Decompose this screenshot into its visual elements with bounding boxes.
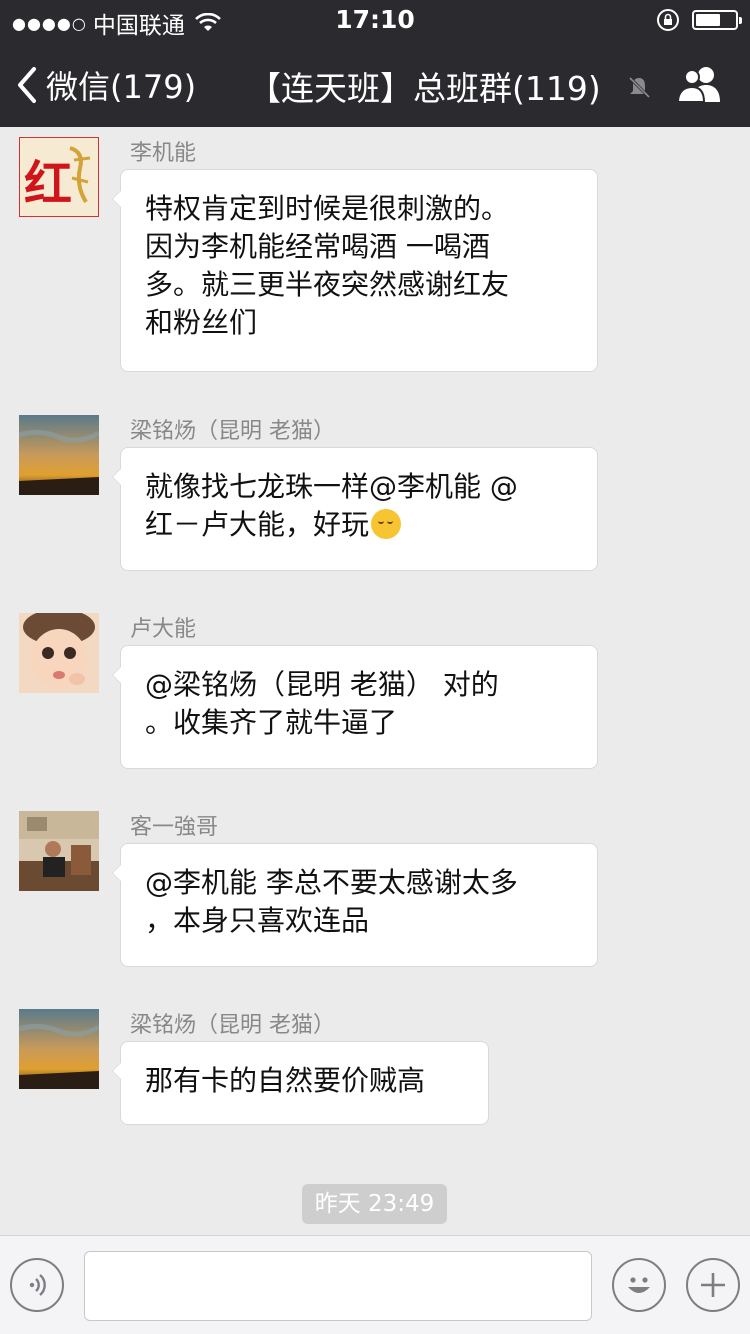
more-button[interactable] (686, 1258, 740, 1312)
avatar[interactable]: 红 (19, 137, 99, 217)
avatar-image (19, 1009, 99, 1089)
message-line: 那有卡的自然要价贼高 (145, 1064, 426, 1097)
emoji-icon (628, 1277, 650, 1293)
back-chevron-icon (18, 67, 36, 103)
message-line: @梁铭炀（昆明 老猫） 对的 (145, 668, 499, 701)
plus-icon (701, 1273, 725, 1297)
svg-text:红: 红 (24, 156, 72, 212)
message-line: 特权肯定到时候是很刺激的。 (145, 192, 510, 225)
message-bubble[interactable]: 特权肯定到时候是很刺激的。 因为李机能经常喝酒 一喝酒 多。就三更半夜突然感谢红… (112, 169, 598, 372)
message-bubble[interactable]: 就像找七龙珠一样@李机能 @ 红－卢大能，好玩 (112, 447, 598, 571)
orientation-lock-icon (657, 9, 679, 31)
back-button[interactable]: 微信(179) (14, 62, 196, 108)
time-divider: 昨天 23:49 (302, 1184, 447, 1224)
sender-name: 客一強哥 (130, 815, 219, 840)
sender-name: 卢大能 (130, 617, 197, 642)
message-line-with-emoji: 红－卢大能，好玩 (145, 506, 573, 544)
message-bubble[interactable]: 那有卡的自然要价贼高 (112, 1041, 489, 1125)
emoji-button[interactable] (612, 1258, 666, 1312)
avatar[interactable] (19, 613, 99, 693)
message-line: 多。就三更半夜突然感谢红友 (145, 268, 510, 301)
message-line: 因为李机能经常喝酒 一喝酒 (145, 230, 490, 263)
sender-name: 梁铭炀（昆明 老猫） (130, 1013, 335, 1038)
sender-name: 梁铭炀（昆明 老猫） (130, 419, 335, 444)
message-bubble[interactable]: @李机能 李总不要太感谢太多 ，本身只喜欢连品 (112, 843, 598, 967)
message-line: 。收集齐了就牛逼了 (145, 706, 398, 739)
input-bar (0, 1235, 750, 1334)
avatar-image (19, 811, 99, 891)
message-line: ，本身只喜欢连品 (145, 904, 370, 937)
message-line: 和粉丝们 (145, 306, 258, 339)
message-text: 红－卢大能，好玩 (145, 508, 370, 541)
mute-icon (628, 76, 651, 99)
voice-button[interactable] (10, 1258, 64, 1312)
avatar-image: 红 (20, 138, 98, 216)
back-label: 微信(179) (46, 68, 197, 106)
message-line: 就像找七龙珠一样@李机能 @ (145, 470, 518, 503)
chat-navbar: 微信(179) 【连天班】总班群(119) (0, 40, 750, 127)
avatar-image (19, 415, 99, 495)
avatar[interactable] (19, 811, 99, 891)
message-bubble[interactable]: @梁铭炀（昆明 老猫） 对的 。收集齐了就牛逼了 (112, 645, 598, 769)
sender-name: 李机能 (130, 141, 197, 166)
message-line: @李机能 李总不要太感谢太多 (145, 866, 518, 899)
group-members-icon[interactable] (676, 64, 724, 104)
avatar-image (19, 613, 99, 693)
avatar[interactable] (19, 1009, 99, 1089)
avatar[interactable] (19, 415, 99, 495)
message-input[interactable] (84, 1251, 592, 1321)
clock: 17:10 (335, 5, 415, 34)
chat-title: 【连天班】总班群(119) (248, 69, 601, 108)
voice-icon (29, 1274, 46, 1296)
message-list[interactable]: 红 李机能 特权肯定到时候是很刺激的。 因为李机能经常喝酒 一喝酒 多。就三更半… (0, 127, 750, 1235)
status-bar: ●●●●○ 中国联通 17:10 (0, 0, 750, 40)
smiling-face-emoji-icon (371, 509, 402, 539)
battery-icon (692, 10, 742, 30)
